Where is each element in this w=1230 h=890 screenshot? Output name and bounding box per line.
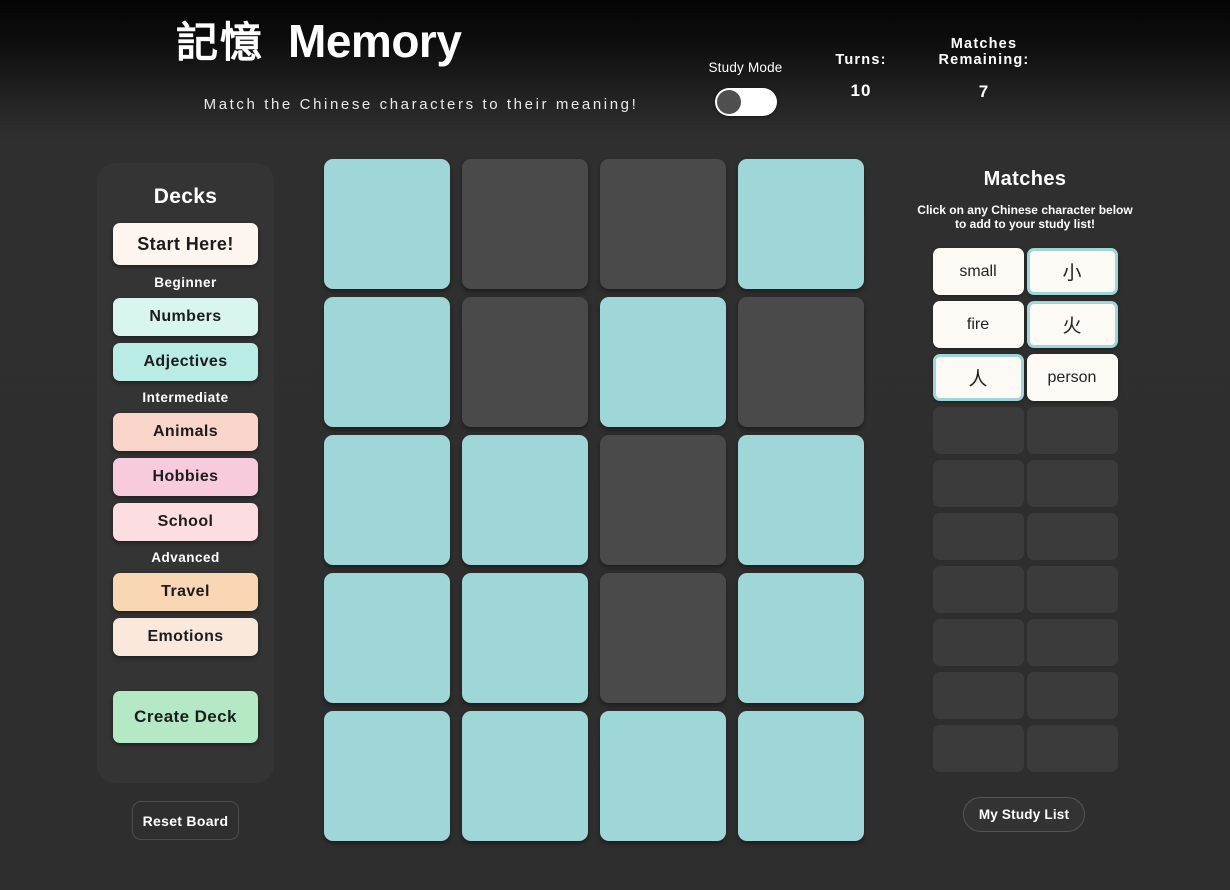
toggle-knob-icon: [717, 90, 741, 114]
memory-card[interactable]: [600, 435, 726, 565]
subtitle: Match the Chinese characters to their me…: [203, 96, 639, 113]
decks-heading: Decks: [153, 185, 218, 208]
match-empty-slot: [932, 513, 1024, 560]
decks-sidebar: Decks Start Here! Beginner Numbers Adjecti…: [97, 163, 274, 783]
match-empty-slot: [1026, 460, 1118, 507]
create-deck-button[interactable]: Create Deck: [113, 691, 258, 743]
title-chinese: 記憶: [176, 18, 265, 67]
matches-hint-line2: to add to your study list!: [955, 217, 1095, 231]
matches-grid: small 小 fire 火人 person: [905, 248, 1145, 772]
memory-card[interactable]: [738, 297, 864, 427]
title-block: 記憶 Memory Match the Chinese characters t…: [176, 18, 666, 113]
turns-value: 10: [850, 81, 872, 100]
match-empty-slot: [1026, 725, 1118, 772]
matches-remaining-value: 7: [978, 82, 990, 101]
match-empty-slot: [1026, 619, 1118, 666]
match-empty-slot: [1026, 407, 1118, 454]
app-background: 記憶 Memory Match the Chinese characters t…: [0, 0, 1230, 890]
study-mode-label: Study Mode: [708, 60, 783, 75]
page-title: Memory: [288, 15, 462, 67]
memory-card[interactable]: [462, 711, 588, 841]
turns-label: Turns:: [835, 52, 887, 68]
match-empty-slot: [932, 672, 1024, 719]
deck-group-label-beginner: Beginner: [154, 275, 217, 290]
study-mode-control: Study Mode: [700, 60, 792, 116]
memory-card[interactable]: [462, 435, 588, 565]
match-chinese-card[interactable]: 火: [1026, 301, 1118, 348]
match-empty-slot: [932, 725, 1024, 772]
memory-card[interactable]: [600, 159, 726, 289]
match-chinese-card[interactable]: 人: [932, 354, 1024, 401]
match-empty-slot: [1026, 513, 1118, 560]
matches-hint: Click on any Chinese character below to …: [913, 203, 1137, 231]
match-empty-slot: [932, 460, 1024, 507]
memory-card[interactable]: [738, 159, 864, 289]
match-empty-slot: [932, 619, 1024, 666]
deck-button-travel[interactable]: Travel: [113, 573, 258, 611]
memory-card[interactable]: [324, 159, 450, 289]
matches-remaining-label-line2: Remaining:: [938, 52, 1030, 68]
memory-card[interactable]: [738, 711, 864, 841]
deck-button-emotions[interactable]: Emotions: [113, 618, 258, 656]
turns-stat: Turns: 10: [810, 52, 912, 101]
deck-group-label-intermediate: Intermediate: [142, 390, 229, 405]
study-mode-toggle[interactable]: [715, 88, 777, 116]
matches-panel: Matches Click on any Chinese character b…: [905, 168, 1145, 772]
match-meaning-card[interactable]: small: [932, 248, 1024, 295]
match-chinese-card[interactable]: 小: [1026, 248, 1118, 295]
memory-card[interactable]: [324, 297, 450, 427]
reset-board-button[interactable]: Reset Board: [132, 801, 239, 840]
memory-card[interactable]: [600, 711, 726, 841]
deck-groups: Beginner Numbers Adjectives Intermediate Ani…: [113, 275, 258, 656]
match-meaning-card[interactable]: person: [1026, 354, 1118, 401]
memory-board: [324, 159, 864, 849]
memory-card[interactable]: [738, 573, 864, 703]
match-empty-slot: [932, 407, 1024, 454]
memory-card[interactable]: [738, 435, 864, 565]
match-meaning-card[interactable]: fire: [932, 301, 1024, 348]
match-empty-slot: [1026, 672, 1118, 719]
deck-button-adjectives[interactable]: Adjectives: [113, 343, 258, 381]
deck-button-numbers[interactable]: Numbers: [113, 298, 258, 336]
deck-group-label-advanced: Advanced: [151, 550, 220, 565]
memory-card[interactable]: [600, 573, 726, 703]
match-empty-slot: [932, 566, 1024, 613]
memory-card[interactable]: [324, 573, 450, 703]
start-here-button[interactable]: Start Here!: [113, 223, 258, 265]
title-line: 記憶 Memory: [176, 18, 666, 80]
my-study-list-button[interactable]: My Study List: [963, 797, 1085, 832]
deck-button-animals[interactable]: Animals: [113, 413, 258, 451]
memory-card[interactable]: [462, 573, 588, 703]
memory-card[interactable]: [324, 711, 450, 841]
header: 記憶 Memory Match the Chinese characters t…: [0, 0, 1230, 140]
matches-heading: Matches: [983, 168, 1067, 190]
memory-card[interactable]: [600, 297, 726, 427]
deck-button-hobbies[interactable]: Hobbies: [113, 458, 258, 496]
match-empty-slot: [1026, 566, 1118, 613]
memory-card[interactable]: [324, 435, 450, 565]
memory-card[interactable]: [462, 297, 588, 427]
matches-remaining-label-line1: Matches: [950, 36, 1018, 52]
memory-card[interactable]: [462, 159, 588, 289]
matches-hint-line1: Click on any Chinese character below: [917, 203, 1133, 217]
deck-button-school[interactable]: School: [113, 503, 258, 541]
matches-remaining-stat: Matches Remaining: 7: [928, 36, 1040, 102]
